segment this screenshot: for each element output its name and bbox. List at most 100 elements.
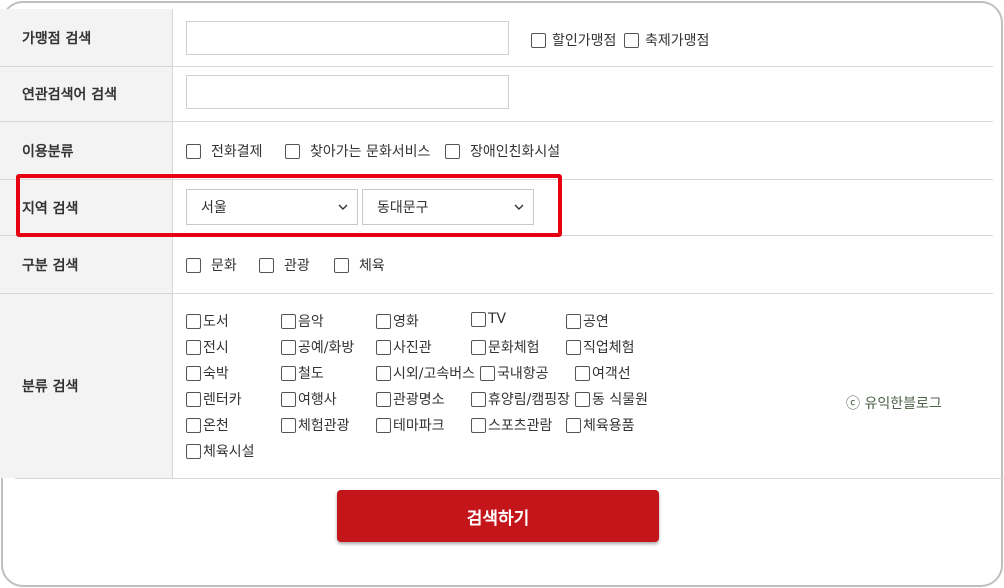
- checkbox-box[interactable]: [471, 311, 486, 327]
- checkbox-box[interactable]: [376, 339, 391, 355]
- merchant-search-input[interactable]: [186, 21, 509, 55]
- category-checkbox-item[interactable]: 공연: [566, 311, 609, 331]
- category-checkbox-item[interactable]: 체육용품: [566, 415, 635, 435]
- category-checkbox-item[interactable]: 체험관광: [281, 415, 350, 435]
- label-keyword-search: 연관검색어 검색: [0, 67, 173, 121]
- row-category-search: 분류 검색 도서 음악 영화 TV 공연 전시 공예/화방 사진관 문화체험 직…: [0, 294, 993, 478]
- checkbox-label: 체육시설: [203, 444, 255, 460]
- checkbox-box[interactable]: [281, 365, 296, 381]
- checkbox-box[interactable]: [471, 391, 486, 407]
- category-checkbox-item[interactable]: 공예/화방: [281, 337, 354, 357]
- checkbox-box[interactable]: [334, 257, 349, 273]
- checkbox-label: 할인가맹점: [552, 33, 617, 49]
- checkbox-label: 체험관광: [298, 418, 350, 434]
- checkbox-label: 문화체험: [488, 340, 540, 356]
- checkbox-box[interactable]: [186, 417, 201, 433]
- checkbox-box[interactable]: [281, 391, 296, 407]
- checkbox-box[interactable]: [376, 365, 391, 381]
- category-checkbox-item[interactable]: 전시: [186, 337, 229, 357]
- checkbox-box[interactable]: [566, 339, 581, 355]
- checkbox-label: 문화: [211, 258, 237, 274]
- checkbox-box[interactable]: [186, 339, 201, 355]
- checkbox-box[interactable]: [471, 417, 486, 433]
- checkbox-box[interactable]: [285, 143, 300, 159]
- category-checkbox-item[interactable]: 렌터카: [186, 389, 242, 409]
- category-checkbox-grid: 도서 음악 영화 TV 공연 전시 공예/화방 사진관 문화체험 직업체험 숙박…: [174, 294, 993, 478]
- category-checkbox-item[interactable]: 여행사: [281, 389, 337, 409]
- category-checkbox-item[interactable]: 체육시설: [186, 441, 255, 461]
- checkbox-box[interactable]: [445, 143, 460, 159]
- checkbox-label: 국내항공: [497, 366, 549, 382]
- checkbox-box[interactable]: [531, 32, 546, 48]
- checkbox-box[interactable]: [480, 365, 495, 381]
- checkbox-label: 철도: [298, 366, 324, 382]
- row-division-search: 구분 검색 문화 관광 체육: [0, 236, 993, 294]
- checkbox-box[interactable]: [624, 32, 639, 48]
- checkbox-box[interactable]: [376, 417, 391, 433]
- checkbox-box[interactable]: [575, 365, 590, 381]
- category-checkbox-item[interactable]: TV: [471, 311, 506, 327]
- checkbox-label: 공연: [583, 314, 609, 330]
- category-checkbox-item[interactable]: 직업체험: [566, 337, 635, 357]
- checkbox-box[interactable]: [575, 391, 590, 407]
- checkbox-festival-merchant[interactable]: 축제가맹점: [624, 30, 709, 50]
- checkbox-label: 음악: [298, 314, 324, 330]
- checkbox-box[interactable]: [186, 313, 201, 329]
- checkbox-disability-friendly[interactable]: 장애인친화시설: [445, 141, 560, 161]
- checkbox-label: 도서: [203, 314, 229, 330]
- checkbox-phone-payment[interactable]: 전화결제: [186, 141, 263, 161]
- checkbox-label: 공예/화방: [298, 340, 355, 356]
- category-checkbox-item[interactable]: 국내항공: [480, 363, 549, 383]
- checkbox-box[interactable]: [566, 417, 581, 433]
- category-checkbox-item[interactable]: 영화: [376, 311, 419, 331]
- checkbox-box[interactable]: [186, 143, 201, 159]
- checkbox-box[interactable]: [471, 339, 486, 355]
- category-checkbox-item[interactable]: 사진관: [376, 337, 432, 357]
- checkbox-label: 사진관: [393, 340, 432, 356]
- label-division-search: 구분 검색: [0, 236, 173, 293]
- checkbox-box[interactable]: [376, 313, 391, 329]
- checkbox-visiting-culture-service[interactable]: 찾아가는 문화서비스: [285, 141, 430, 161]
- table-bottom-border: [15, 478, 1004, 479]
- checkbox-box[interactable]: [186, 443, 201, 459]
- checkbox-box[interactable]: [376, 391, 391, 407]
- checkbox-box[interactable]: [259, 257, 274, 273]
- search-submit-button[interactable]: 검색하기: [337, 490, 659, 542]
- checkbox-label: 체육용품: [583, 418, 635, 434]
- category-checkbox-item[interactable]: 스포츠관람: [471, 415, 552, 435]
- checkbox-label: 휴양림/캠핑장: [488, 392, 570, 408]
- watermark: ⓒ 유익한블로그: [846, 396, 942, 412]
- checkbox-box[interactable]: [186, 391, 201, 407]
- checkbox-label: 숙박: [203, 366, 229, 382]
- category-checkbox-item[interactable]: 숙박: [186, 363, 229, 383]
- category-checkbox-item[interactable]: 시외/고속버스: [376, 363, 475, 383]
- checkbox-box[interactable]: [281, 339, 296, 355]
- checkbox-label: 여행사: [298, 392, 337, 408]
- checkbox-label: 체육: [359, 258, 385, 274]
- category-checkbox-item[interactable]: 휴양림/캠핑장: [471, 389, 570, 409]
- checkbox-label: 테마파크: [393, 418, 445, 434]
- keyword-search-input[interactable]: [186, 75, 509, 109]
- checkbox-box[interactable]: [281, 313, 296, 329]
- label-category-search: 분류 검색: [0, 294, 173, 478]
- checkbox-box[interactable]: [186, 365, 201, 381]
- checkbox-tourism[interactable]: 관광: [259, 255, 310, 275]
- category-checkbox-item[interactable]: 테마파크: [376, 415, 445, 435]
- category-checkbox-item[interactable]: 온천: [186, 415, 229, 435]
- category-checkbox-item[interactable]: 동 식물원: [575, 389, 648, 409]
- category-checkbox-item[interactable]: 여객선: [575, 363, 631, 383]
- category-checkbox-item[interactable]: 철도: [281, 363, 324, 383]
- category-checkbox-item[interactable]: 도서: [186, 311, 229, 331]
- checkbox-culture[interactable]: 문화: [186, 255, 237, 275]
- checkbox-discount-merchant[interactable]: 할인가맹점: [531, 30, 616, 50]
- category-checkbox-item[interactable]: 관광명소: [376, 389, 445, 409]
- checkbox-label: 관광명소: [393, 392, 445, 408]
- checkbox-box[interactable]: [566, 313, 581, 329]
- category-checkbox-item[interactable]: 음악: [281, 311, 324, 331]
- category-checkbox-item[interactable]: 문화체험: [471, 337, 540, 357]
- checkbox-box[interactable]: [281, 417, 296, 433]
- checkbox-box[interactable]: [186, 257, 201, 273]
- checkbox-label: 렌터카: [203, 392, 242, 408]
- checkbox-label: 관광: [284, 258, 310, 274]
- checkbox-sports[interactable]: 체육: [334, 255, 385, 275]
